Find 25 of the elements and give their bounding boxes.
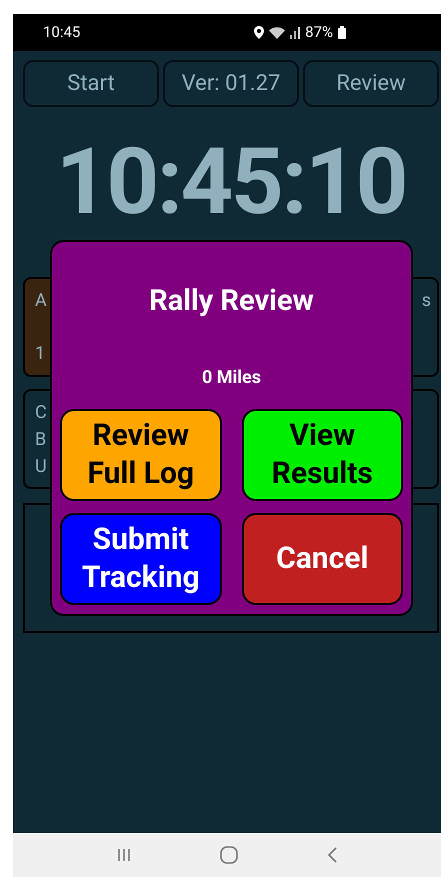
card-text: U	[35, 455, 47, 479]
battery-level: 87%	[305, 22, 333, 44]
wifi-icon	[269, 26, 286, 38]
card-text: C	[35, 401, 47, 425]
dialog-button[interactable]: Review Full Log	[60, 408, 222, 500]
card-text: A	[35, 289, 47, 313]
home-icon[interactable]	[220, 846, 238, 864]
status-time: 10:45	[43, 22, 80, 44]
dialog-button[interactable]: Cancel	[242, 512, 403, 604]
location-icon	[254, 26, 264, 39]
top-button[interactable]: Ver: 01.27	[163, 60, 299, 107]
signal-icon	[290, 26, 300, 38]
dialog-button[interactable]: View Results	[242, 408, 403, 500]
dialog-button[interactable]: Submit Tracking	[60, 512, 222, 604]
recent-apps-icon[interactable]	[117, 848, 132, 862]
dialog-subtitle: 0 Miles	[202, 366, 262, 390]
battery-icon	[338, 26, 346, 39]
top-button[interactable]: Review	[303, 60, 439, 107]
dialog-title: Rally Review	[149, 283, 314, 320]
back-icon[interactable]	[326, 847, 337, 863]
top-button[interactable]: Start	[23, 60, 159, 107]
card-text: B	[35, 428, 46, 452]
card-text: s	[422, 289, 431, 313]
clock-display: 10:45:10	[54, 137, 408, 229]
card-text: 1	[35, 342, 46, 366]
